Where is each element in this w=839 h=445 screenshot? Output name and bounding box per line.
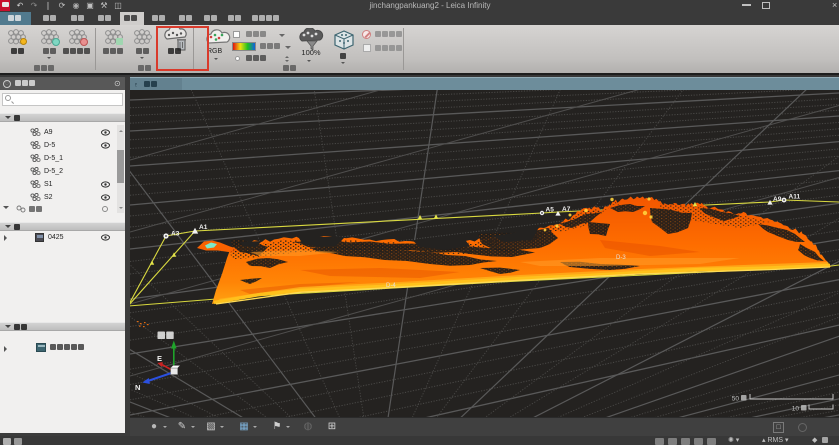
svg-text:D-3: D-3	[616, 255, 626, 261]
svg-text:A5: A5	[546, 207, 555, 214]
svg-text:N: N	[135, 383, 140, 392]
svg-text:D-4: D-4	[386, 283, 396, 289]
svg-text:50: 50	[732, 396, 740, 403]
svg-text:A9: A9	[773, 196, 782, 203]
svg-text:A3: A3	[171, 231, 180, 238]
svg-text:E: E	[157, 354, 162, 363]
svg-text:A11: A11	[789, 194, 801, 201]
svg-text:10: 10	[792, 406, 800, 413]
svg-text:A7: A7	[562, 206, 571, 213]
svg-text:A1: A1	[199, 224, 208, 231]
